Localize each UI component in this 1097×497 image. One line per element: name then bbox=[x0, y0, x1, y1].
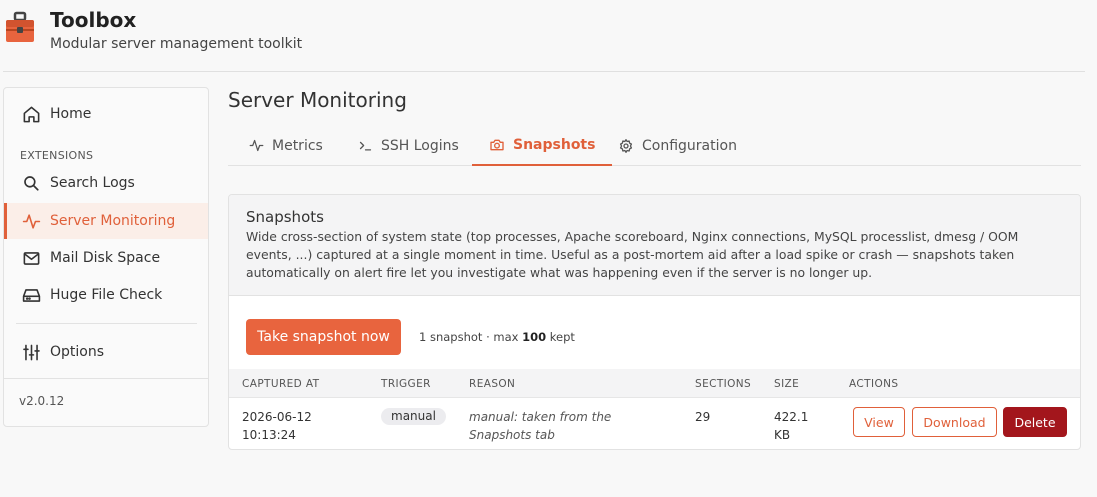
sidebar-item-label: Search Logs bbox=[50, 175, 135, 191]
sidebar-divider bbox=[16, 323, 197, 324]
app-subtitle: Modular server management toolkit bbox=[50, 36, 303, 52]
reason-cell: manual: taken from the Snapshots tab bbox=[469, 410, 612, 442]
gear-icon bbox=[618, 138, 634, 154]
tab-label: Metrics bbox=[272, 137, 323, 154]
page-title: Server Monitoring bbox=[228, 88, 407, 112]
hard-drive-icon bbox=[21, 285, 41, 305]
captured-at-cell: 2026-06-12 10:13:24 bbox=[242, 410, 312, 442]
snapshot-count-info: 1 snapshot · max 100 kept bbox=[419, 330, 575, 344]
app-window: Toolbox Modular server management toolki… bbox=[0, 0, 1097, 497]
sidebar-item-options[interactable]: Options bbox=[4, 334, 208, 370]
activity-icon bbox=[21, 211, 41, 231]
delete-button[interactable]: Delete bbox=[1003, 407, 1067, 437]
sidebar-item-server-monitoring[interactable]: Server Monitoring bbox=[4, 203, 208, 239]
table-row: 2026-06-12 10:13:24 manual manual: taken… bbox=[229, 398, 1080, 449]
download-button[interactable]: Download bbox=[912, 407, 997, 437]
panel-title: Snapshots bbox=[246, 208, 324, 226]
search-icon bbox=[21, 173, 41, 193]
panel-description: Wide cross-section of system state (top … bbox=[246, 229, 1019, 280]
app-title: Toolbox bbox=[50, 8, 137, 32]
tab-label: Snapshots bbox=[513, 137, 596, 153]
tab-ssh-logins[interactable]: SSH Logins bbox=[340, 126, 476, 165]
sidebar-item-home[interactable]: Home bbox=[4, 96, 208, 132]
column-header-captured-at: CAPTURED AT bbox=[242, 378, 320, 390]
sidebar-item-mail-disk-space[interactable]: Mail Disk Space bbox=[4, 240, 208, 276]
column-header-reason: REASON bbox=[469, 378, 516, 390]
sidebar-item-huge-file-check[interactable]: Huge File Check bbox=[4, 277, 208, 313]
app-header: Toolbox Modular server management toolki… bbox=[0, 0, 1097, 72]
panel-header: Snapshots Wide cross-section of system s… bbox=[229, 195, 1080, 296]
column-header-trigger: TRIGGER bbox=[381, 378, 431, 390]
view-button[interactable]: View bbox=[853, 407, 905, 437]
tab-configuration[interactable]: Configuration bbox=[601, 126, 754, 165]
sidebar-section-label: EXTENSIONS bbox=[20, 149, 94, 162]
sidebar-item-label: Options bbox=[50, 344, 105, 360]
sidebar-item-label: Home bbox=[50, 106, 92, 122]
terminal-icon bbox=[357, 138, 373, 154]
table-header: CAPTURED AT TRIGGER REASON SECTIONS SIZE… bbox=[229, 369, 1080, 398]
toolbox-icon bbox=[6, 11, 34, 42]
home-icon bbox=[21, 104, 41, 124]
size-cell: 422.1 KB bbox=[774, 410, 809, 442]
activity-icon bbox=[248, 138, 264, 154]
max-kept-value: 100 bbox=[522, 330, 547, 344]
sidebar-item-search-logs[interactable]: Search Logs bbox=[4, 165, 208, 201]
tab-bar: Metrics SSH Logins Snapshots Configurati… bbox=[228, 126, 1081, 166]
sidebar: Home EXTENSIONS Search Logs Server Monit… bbox=[3, 87, 209, 427]
tab-label: Configuration bbox=[642, 137, 737, 154]
column-header-sections: SECTIONS bbox=[695, 378, 752, 390]
snapshots-panel: Snapshots Wide cross-section of system s… bbox=[228, 194, 1081, 450]
sections-cell: 29 bbox=[695, 410, 711, 424]
column-header-size: SIZE bbox=[774, 378, 800, 390]
tab-label: SSH Logins bbox=[381, 137, 459, 154]
take-snapshot-button[interactable]: Take snapshot now bbox=[246, 319, 401, 355]
sidebar-item-label: Huge File Check bbox=[50, 287, 163, 303]
sidebar-item-label: Server Monitoring bbox=[50, 213, 176, 229]
mail-icon bbox=[21, 248, 41, 268]
header-divider bbox=[3, 71, 1085, 72]
sliders-icon bbox=[21, 342, 41, 362]
sidebar-divider bbox=[4, 378, 208, 379]
trigger-badge: manual bbox=[381, 408, 446, 425]
app-version: v2.0.12 bbox=[19, 394, 65, 408]
tab-snapshots[interactable]: Snapshots bbox=[472, 126, 613, 166]
column-header-actions: ACTIONS bbox=[849, 378, 899, 390]
camera-icon bbox=[489, 137, 505, 153]
tab-metrics[interactable]: Metrics bbox=[231, 126, 340, 165]
sidebar-item-label: Mail Disk Space bbox=[50, 250, 161, 266]
